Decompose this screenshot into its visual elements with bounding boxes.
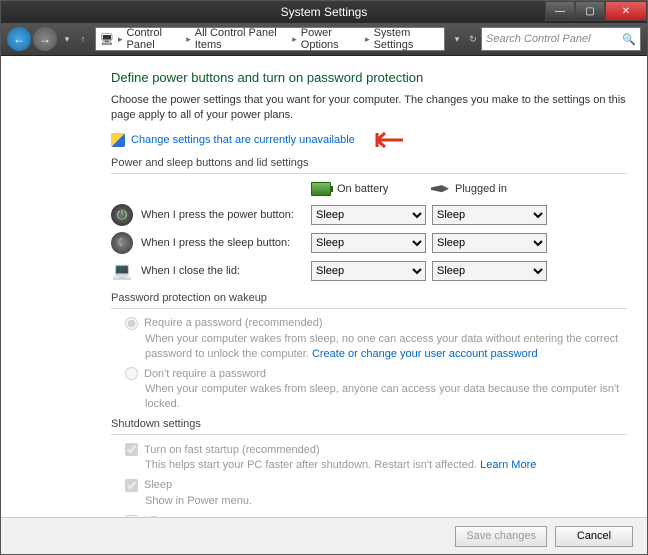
search-icon: 🔍: [622, 33, 636, 46]
window: System Settings — ▢ ✕ ← → ▾ ↑ 🖥 ▸ Contro…: [0, 0, 648, 555]
red-arrow-annotation: [361, 129, 405, 151]
lid-battery-select[interactable]: Sleep: [311, 261, 426, 281]
chevron-right-icon: ▸: [118, 34, 123, 45]
power-plugged-select[interactable]: Sleep: [432, 205, 547, 225]
column-headers: On battery Plugged in: [111, 182, 627, 196]
learn-more-link[interactable]: Learn More: [480, 459, 536, 471]
hibernate-checkbox: [125, 515, 138, 517]
require-password-desc: When your computer wakes from sleep, no …: [145, 332, 627, 362]
forward-button[interactable]: →: [33, 27, 57, 51]
sleep-desc: Show in Power menu.: [145, 494, 627, 509]
close-button[interactable]: ✕: [605, 1, 647, 21]
crumb-2[interactable]: Power Options: [301, 27, 361, 51]
chevron-right-icon: ▸: [186, 34, 191, 45]
content-area: Define power buttons and turn on passwor…: [1, 56, 647, 517]
dont-require-desc: When your computer wakes from sleep, any…: [145, 382, 627, 412]
crumb-3[interactable]: System Settings: [374, 27, 440, 51]
shutdown-group: Turn on fast startup (recommended) This …: [111, 443, 627, 517]
sleep-battery-select[interactable]: Sleep: [311, 233, 426, 253]
change-settings-row: Change settings that are currently unava…: [111, 129, 627, 151]
chevron-right-icon: ▸: [292, 34, 297, 45]
shield-icon: [111, 133, 125, 147]
breadcrumb-dropdown[interactable]: ▾: [449, 28, 465, 50]
history-dropdown[interactable]: ▾: [59, 28, 75, 50]
create-password-link[interactable]: Create or change your user account passw…: [312, 348, 538, 360]
require-password-row: Require a password (recommended): [125, 317, 627, 330]
breadcrumb-icon: 🖥: [100, 33, 114, 46]
lid-label: When I close the lid:: [141, 265, 311, 277]
lid-row: 💻 When I close the lid: Sleep Sleep: [111, 260, 627, 282]
hibernate-label: Hibernate: [144, 515, 192, 517]
back-button[interactable]: ←: [7, 27, 31, 51]
require-password-radio: [125, 317, 138, 330]
page-description: Choose the power settings that you want …: [111, 93, 627, 123]
maximize-button[interactable]: ▢: [575, 1, 605, 21]
up-button[interactable]: ↑: [75, 28, 91, 50]
sleep-checkbox: [125, 479, 138, 492]
plug-icon: [431, 183, 449, 195]
crumb-1[interactable]: All Control Panel Items: [195, 27, 289, 51]
password-section-title: Password protection on wakeup: [111, 292, 627, 304]
dont-require-label: Don't require a password: [144, 368, 266, 380]
shutdown-section-title: Shutdown settings: [111, 418, 627, 430]
lid-icon: 💻: [111, 260, 133, 282]
sleep-button-label: When I press the sleep button:: [141, 237, 311, 249]
fast-startup-desc: This helps start your PC faster after sh…: [145, 458, 627, 473]
on-battery-header: On battery: [311, 182, 431, 196]
sleep-button-row: ☾ When I press the sleep button: Sleep S…: [111, 232, 627, 254]
password-group: Require a password (recommended) When yo…: [111, 317, 627, 412]
lid-plugged-select[interactable]: Sleep: [432, 261, 547, 281]
dont-require-radio: [125, 367, 138, 380]
cancel-button[interactable]: Cancel: [555, 526, 633, 547]
search-input[interactable]: Search Control Panel 🔍: [481, 27, 641, 51]
power-button-row: ⏻ When I press the power button: Sleep S…: [111, 204, 627, 226]
plugged-in-header: Plugged in: [431, 183, 551, 195]
power-icon: ⏻: [111, 204, 133, 226]
save-button: Save changes: [455, 526, 547, 547]
footer: Save changes Cancel: [1, 517, 647, 554]
power-button-label: When I press the power button:: [141, 209, 311, 221]
divider: [111, 308, 627, 309]
page-heading: Define power buttons and turn on passwor…: [111, 70, 627, 85]
refresh-button[interactable]: ↻: [465, 28, 481, 50]
dont-require-row: Don't require a password: [125, 367, 627, 380]
buttons-section-title: Power and sleep buttons and lid settings: [111, 157, 627, 169]
power-battery-select[interactable]: Sleep: [311, 205, 426, 225]
divider: [111, 173, 627, 174]
change-settings-link[interactable]: Change settings that are currently unava…: [131, 134, 355, 146]
require-password-label: Require a password (recommended): [144, 317, 323, 329]
sleep-icon: ☾: [111, 232, 133, 254]
battery-icon: [311, 182, 331, 196]
breadcrumb[interactable]: 🖥 ▸ Control Panel ▸ All Control Panel It…: [95, 27, 445, 51]
sleep-label: Sleep: [144, 479, 172, 491]
crumb-0[interactable]: Control Panel: [127, 27, 183, 51]
minimize-button[interactable]: —: [545, 1, 575, 21]
chevron-right-icon: ▸: [365, 34, 370, 45]
titlebar: System Settings — ▢ ✕: [1, 1, 647, 23]
divider: [111, 434, 627, 435]
search-placeholder: Search Control Panel: [486, 33, 591, 45]
window-buttons: — ▢ ✕: [545, 1, 647, 21]
navbar: ← → ▾ ↑ 🖥 ▸ Control Panel ▸ All Control …: [1, 23, 647, 56]
fast-startup-label: Turn on fast startup (recommended): [144, 444, 320, 456]
fast-startup-checkbox: [125, 443, 138, 456]
sleep-plugged-select[interactable]: Sleep: [432, 233, 547, 253]
